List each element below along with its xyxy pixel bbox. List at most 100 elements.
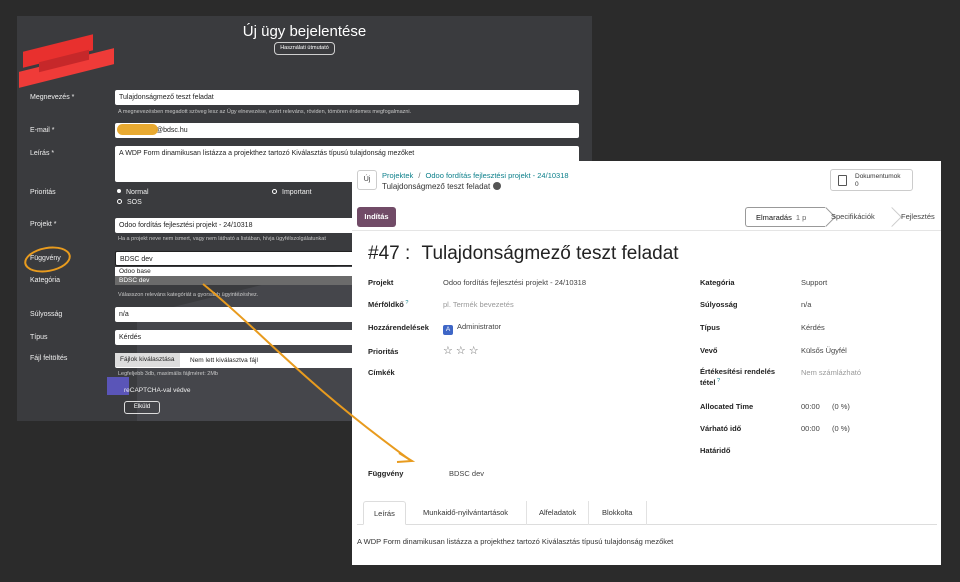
customer-field-label: Vevő: [700, 346, 718, 355]
new-button[interactable]: Új: [357, 170, 377, 190]
sales-line-field-label: Értékesítési rendelés tétel ?: [700, 367, 775, 387]
odoo-task-window: Új Projektek / Odoo fordítás fejlesztési…: [352, 161, 941, 565]
description-label: Leírás *: [30, 150, 55, 157]
project-help: Ha a projekt neve nem ismert, vagy nem l…: [118, 236, 326, 242]
task-description[interactable]: A WDP Form dinamikusan listázza a projek…: [357, 537, 673, 546]
file-choose-button[interactable]: Fájlok kiválasztása: [115, 353, 180, 367]
stage-backlog[interactable]: Elmaradás 1 p: [745, 207, 825, 227]
document-icon: [838, 175, 847, 186]
priority-important-radio[interactable]: Important: [272, 189, 312, 196]
deadline-field-label: Határidő: [700, 446, 731, 455]
documents-count: 0: [855, 181, 859, 188]
send-button[interactable]: Elküld: [124, 401, 160, 414]
expected-time-percent: (0 %): [832, 424, 850, 433]
type-select[interactable]: Kérdés: [115, 330, 355, 345]
task-title[interactable]: #47 : Tulajdonságmező teszt feladat: [368, 243, 679, 265]
dependency-select[interactable]: BDSC dev: [115, 251, 355, 266]
tab-blocked-by[interactable]: Blokkolta: [592, 501, 642, 525]
category-field-label: Kategória: [700, 278, 735, 287]
project-field-label: Projekt: [368, 278, 394, 287]
email-input[interactable]: @bdsc.hu: [115, 123, 579, 138]
sales-line-field-value[interactable]: Nem számlázható: [801, 368, 861, 377]
allocated-time-percent: (0 %): [832, 402, 850, 411]
divider: [352, 230, 941, 231]
file-help: Legfeljebb 3db, maximális fájlméret: 2Mb: [118, 371, 218, 377]
notebook-tabs: Leírás Munkaidő-nyilvántartások Alfelada…: [357, 501, 937, 525]
dependency-dropdown: Odoo base BDSC dev: [115, 267, 355, 285]
help-icon[interactable]: ?: [404, 300, 408, 306]
tab-subtasks[interactable]: Alfeladatok: [529, 501, 586, 525]
severity-field-label: Súlyosság: [700, 300, 738, 309]
type-field-label: Típus: [700, 323, 720, 332]
stage-development[interactable]: Fejlesztés: [901, 207, 935, 227]
gear-icon[interactable]: [494, 183, 501, 189]
allocated-time-label: Allocated Time: [700, 402, 754, 411]
priority-sos-radio[interactable]: SOS: [117, 199, 142, 206]
redaction-scribble: [117, 124, 158, 135]
task-number: #47 :: [368, 243, 411, 264]
project-field-value[interactable]: Odoo fordítás fejlesztési projekt - 24/1…: [443, 278, 586, 287]
form-title: Új ügy bejelentése: [242, 23, 367, 40]
stage-count: 1 p: [795, 213, 807, 222]
assignee-name: Administrator: [457, 322, 502, 331]
dependency-field-value[interactable]: BDSC dev: [449, 469, 484, 478]
assignee-tag[interactable]: A Administrator: [443, 322, 501, 335]
priority-label: Prioritás: [30, 189, 56, 196]
expected-time-label: Várható idő: [700, 424, 742, 433]
tab-separator: [588, 501, 589, 525]
breadcrumb: Projektek / Odoo fordítás fejlesztési pr…: [382, 171, 569, 180]
help-icon[interactable]: ?: [715, 378, 720, 384]
file-status: Nem lett kiválasztva fájl: [190, 357, 258, 364]
assignees-field-label: Hozzárendelések: [368, 323, 429, 332]
documents-label: Dokumentumok: [855, 173, 901, 180]
category-help: Válasszon releváns kategóriát a gyorsabb…: [118, 292, 259, 298]
dependency-field-label: Függvény: [368, 469, 404, 478]
tab-separator: [646, 501, 647, 525]
dropdown-option-selected[interactable]: BDSC dev: [115, 276, 355, 285]
tab-separator: [526, 501, 527, 525]
tags-field-label: Címkék: [368, 368, 395, 377]
milestone-label-text: Mérföldkő: [368, 300, 404, 309]
name-input[interactable]: Tulajdonságmező teszt feladat: [115, 90, 579, 105]
breadcrumb-project-link[interactable]: Odoo fordítás fejlesztési projekt - 24/1…: [426, 171, 569, 180]
dropdown-option[interactable]: Odoo base: [115, 267, 355, 276]
stage-statusbar: Elmaradás 1 p Specifikációk Fejlesztés: [745, 207, 941, 227]
breadcrumb-current-label: Tulajdonságmező teszt feladat: [382, 182, 491, 191]
breadcrumb-separator: /: [418, 171, 421, 180]
project-label: Projekt *: [30, 221, 57, 228]
category-label: Kategória: [30, 277, 60, 284]
type-label: Típus: [30, 334, 48, 341]
breadcrumb-current: Tulajdonságmező teszt feladat: [382, 182, 501, 191]
breadcrumb-projects-link[interactable]: Projektek: [382, 171, 413, 180]
name-label: Megnevezés *: [30, 94, 75, 101]
task-name: Tulajdonságmező teszt feladat: [421, 243, 679, 264]
priority-field-label: Prioritás: [368, 347, 399, 356]
severity-select[interactable]: n/a: [115, 307, 355, 322]
allocated-time-value[interactable]: 00:00: [801, 402, 820, 411]
guide-button[interactable]: Használati útmutató: [274, 42, 335, 55]
sales-line-label-2: tétel: [700, 378, 716, 387]
stage-specifications[interactable]: Specifikációk: [831, 207, 875, 227]
project-select[interactable]: Odoo fordítás fejlesztési projekt - 24/1…: [115, 218, 355, 233]
name-help: A megnevezésben megadott szöveg lesz az …: [118, 109, 412, 115]
milestone-field-label: Mérföldkő ?: [368, 300, 408, 309]
start-button[interactable]: Indítás: [357, 207, 396, 227]
avatar: A: [443, 325, 453, 335]
email-label: E-mail *: [30, 127, 55, 134]
customer-field-value[interactable]: Külsős Ügyfél: [801, 346, 847, 355]
expected-time-value[interactable]: 00:00: [801, 424, 820, 433]
milestone-field-input[interactable]: pl. Termék bevezetés: [443, 300, 514, 309]
stage-arrow: [882, 207, 902, 227]
control-panel: Új Projektek / Odoo fordítás fejlesztési…: [352, 161, 941, 201]
priority-stars[interactable]: ☆☆☆: [443, 344, 482, 357]
priority-normal-radio[interactable]: Normal: [117, 189, 149, 196]
tab-timesheets[interactable]: Munkaidő-nyilvántartások: [413, 501, 518, 525]
sales-line-label-1: Értékesítési rendelés: [700, 367, 776, 376]
tab-description[interactable]: Leírás: [363, 501, 406, 525]
type-field-value[interactable]: Kérdés: [801, 323, 825, 332]
recaptcha-text: reCAPTCHA-val védve: [124, 387, 191, 394]
documents-smart-button[interactable]: Dokumentumok 0: [830, 169, 913, 191]
stage-backlog-label: Elmaradás: [756, 213, 792, 222]
severity-field-value[interactable]: n/a: [801, 300, 811, 309]
category-field-value[interactable]: Support: [801, 278, 827, 287]
